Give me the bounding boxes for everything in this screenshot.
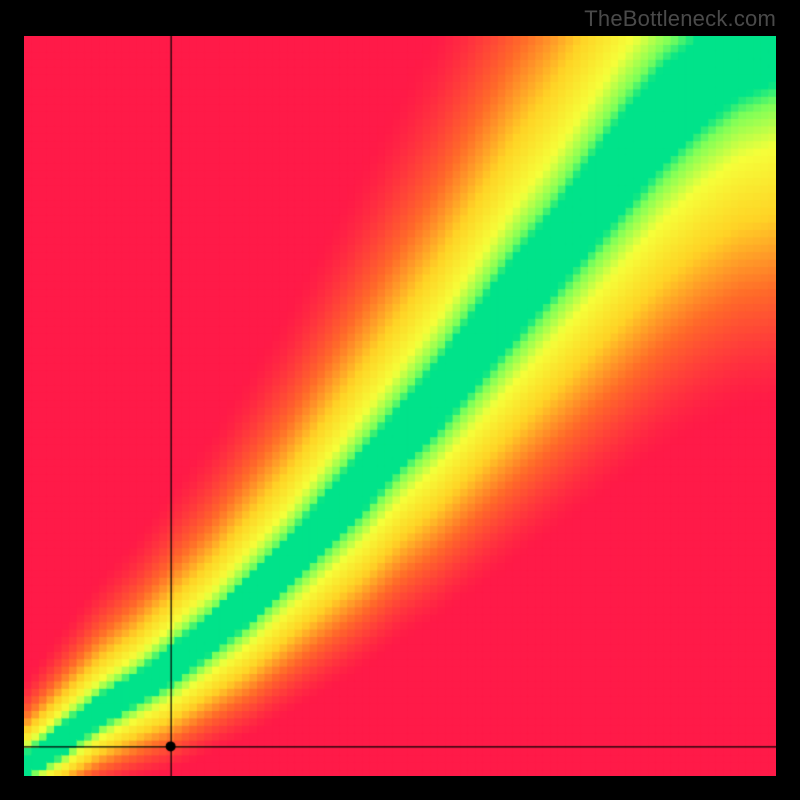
heatmap-plot [24,36,776,776]
watermark-text: TheBottleneck.com [584,6,776,32]
heatmap-canvas [24,36,776,776]
chart-frame: TheBottleneck.com [0,0,800,800]
